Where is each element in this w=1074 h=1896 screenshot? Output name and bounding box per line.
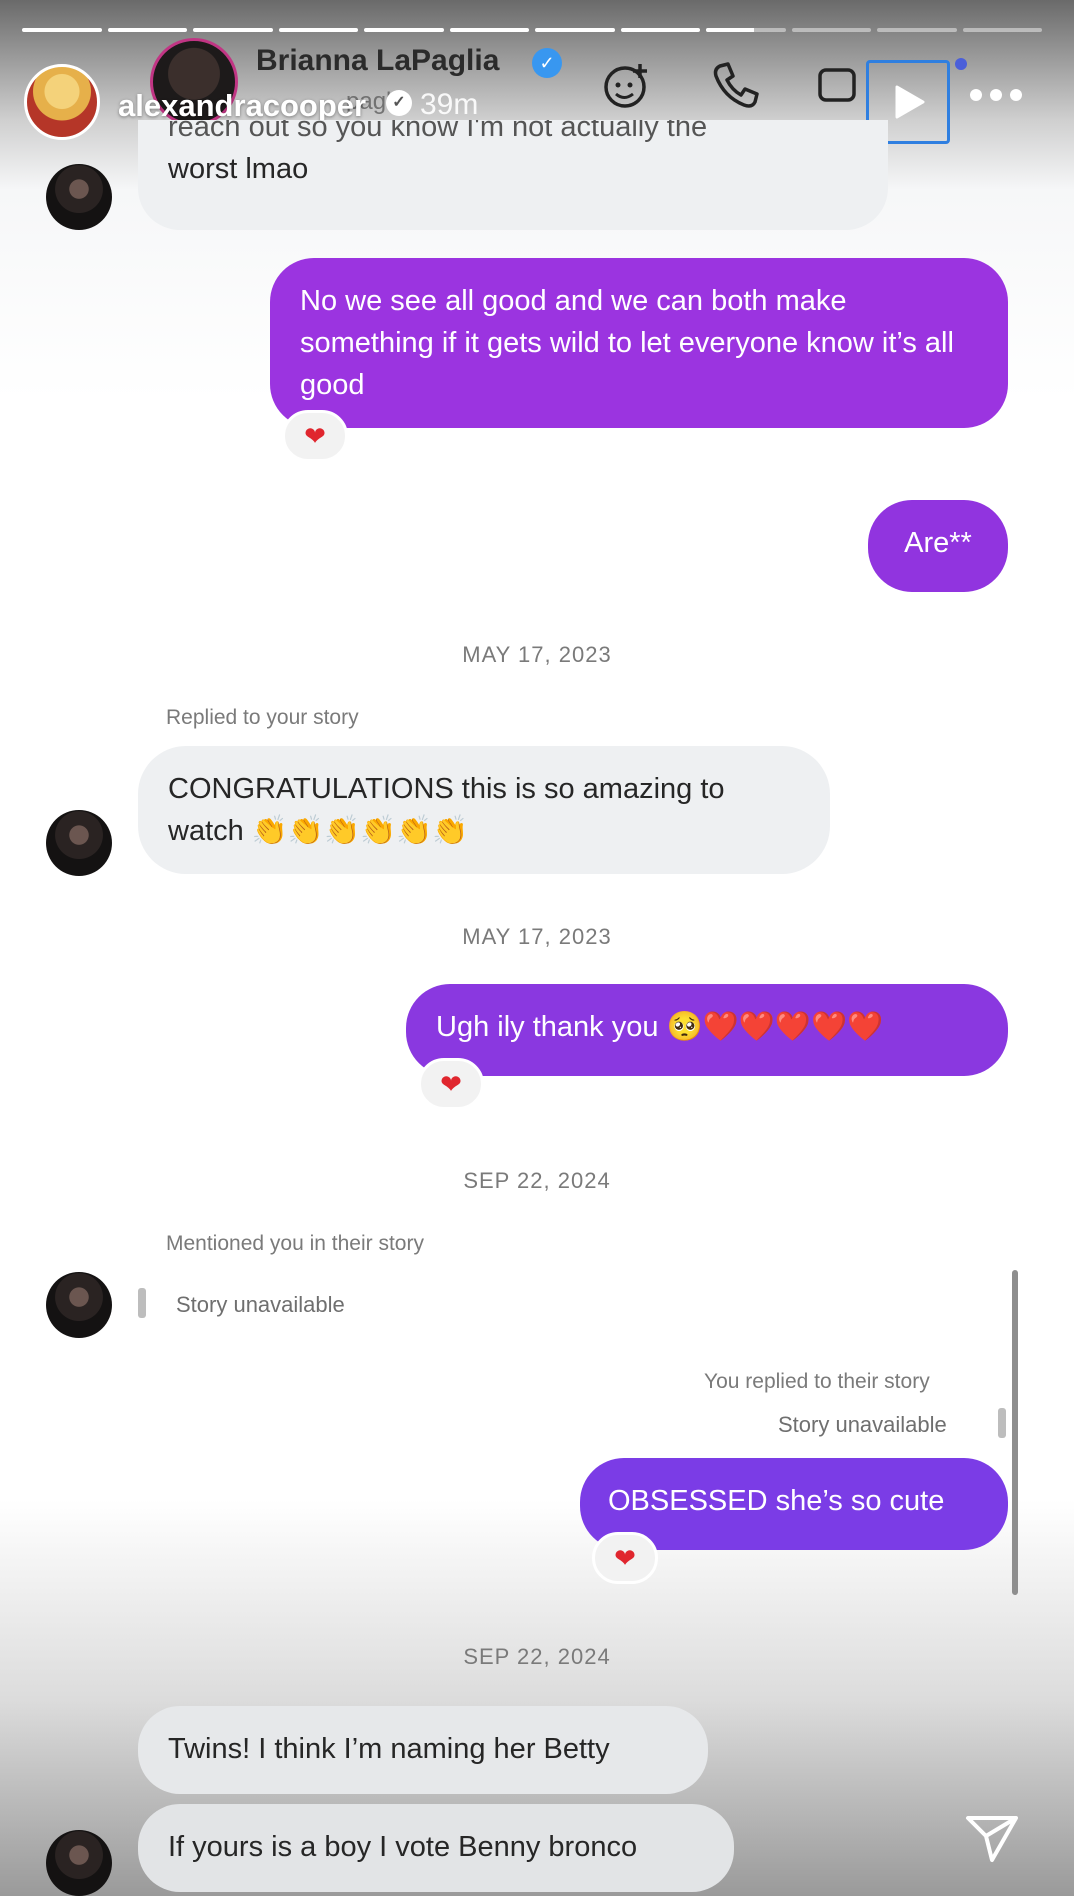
story-progress-fill	[364, 28, 444, 32]
outgoing-message: No we see all good and we can both make …	[270, 258, 1008, 428]
reply-meta: You replied to their story	[704, 1370, 930, 1393]
date-separator: SEP 22, 2024	[463, 1168, 611, 1193]
story-progress-fill	[193, 28, 273, 32]
story-progress-fill	[22, 28, 102, 32]
scrollbar[interactable]	[1012, 1270, 1018, 1595]
story-viewer: Brianna LaPaglia ✓ pagli alexandracooper…	[0, 0, 1074, 1896]
sender-avatar	[46, 1272, 112, 1338]
incoming-message: If yours is a boy I vote Benny bronco	[138, 1804, 734, 1892]
message-text-top: reach out so you know I'm not actually t…	[168, 120, 708, 143]
more-icon	[970, 89, 1022, 101]
dm-contact-name: Brianna LaPaglia	[256, 44, 500, 77]
message-text: Ugh ily thank you 🥺❤️❤️❤️❤️❤️	[436, 1011, 884, 1043]
mention-meta: Mentioned you in their story	[166, 1232, 424, 1255]
message-text: worst lmao	[168, 153, 309, 185]
message-text: CONGRATULATIONS this is so amazing to wa…	[168, 773, 725, 847]
story-progress-segment	[107, 28, 187, 32]
story-progress-segment	[620, 28, 700, 32]
story-progress-segment	[364, 28, 444, 32]
heart-reaction-icon[interactable]: ❤	[592, 1532, 658, 1584]
sender-avatar	[46, 810, 112, 876]
story-progress-segment	[278, 28, 358, 32]
post-time: 39m	[420, 88, 479, 121]
story-progress-fill	[620, 28, 700, 32]
story-progress-fill	[535, 28, 615, 32]
play-icon	[895, 85, 925, 119]
owner-avatar[interactable]	[24, 64, 100, 140]
incoming-message: Twins! I think I’m naming her Betty	[138, 1706, 708, 1794]
owner-username[interactable]: alexandracooper	[118, 88, 366, 124]
send-icon[interactable]	[964, 1812, 1020, 1864]
story-progress-segment	[877, 28, 957, 32]
verified-icon: ✓	[386, 90, 412, 116]
phone-icon	[713, 62, 759, 108]
story-progress	[22, 28, 1042, 32]
story-progress-fill	[706, 28, 754, 32]
story-reply-bar	[998, 1408, 1006, 1438]
message-text: Are**	[904, 527, 972, 559]
message-text: Twins! I think I’m naming her Betty	[168, 1733, 610, 1765]
message-text: No we see all good and we can both make …	[300, 285, 954, 401]
story-progress-segment	[535, 28, 615, 32]
story-progress-fill	[107, 28, 187, 32]
story-progress-segment	[22, 28, 102, 32]
sender-avatar	[46, 1830, 112, 1896]
story-progress-segment	[791, 28, 871, 32]
video-call-icon	[818, 68, 856, 102]
outgoing-message: Are**	[868, 500, 1008, 592]
story-reply-bar	[138, 1288, 146, 1318]
story-progress-fill	[449, 28, 529, 32]
outgoing-message: Ugh ily thank you 🥺❤️❤️❤️❤️❤️	[406, 984, 1008, 1076]
incoming-message: reach out so you know I'm not actually t…	[138, 120, 888, 230]
story-progress-segment	[962, 28, 1042, 32]
sender-avatar	[46, 164, 112, 230]
heart-reaction-icon[interactable]: ❤	[418, 1058, 484, 1110]
story-unavailable-label: Story unavailable	[778, 1412, 947, 1437]
date-separator: SEP 22, 2024	[463, 1644, 611, 1669]
reply-meta: Replied to your story	[166, 706, 359, 729]
verified-badge-icon: ✓	[532, 48, 562, 78]
more-options-button[interactable]	[966, 82, 1026, 122]
heart-reaction-icon[interactable]: ❤	[282, 410, 348, 462]
incoming-message: CONGRATULATIONS this is so amazing to wa…	[138, 746, 830, 874]
message-text: OBSESSED she’s so cute	[608, 1485, 945, 1517]
story-progress-fill	[278, 28, 358, 32]
story-unavailable-label: Story unavailable	[176, 1292, 345, 1317]
story-progress-segment	[193, 28, 273, 32]
story-progress-segment	[706, 28, 786, 32]
sticker-icon	[604, 64, 647, 108]
story-progress-segment	[449, 28, 529, 32]
message-text: If yours is a boy I vote Benny bronco	[168, 1831, 638, 1863]
date-separator: MAY 17, 2023	[462, 642, 612, 667]
date-separator: MAY 17, 2023	[462, 924, 612, 949]
